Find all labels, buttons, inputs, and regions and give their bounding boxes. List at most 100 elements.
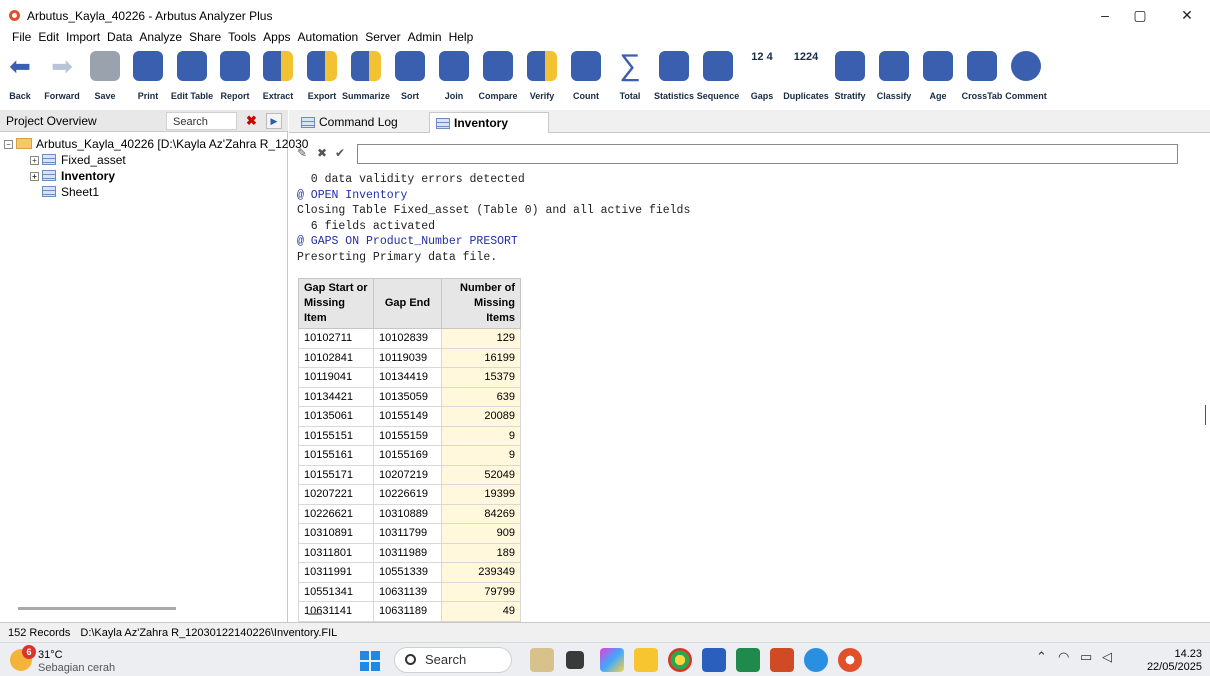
cancel-command-icon[interactable]: ✖ xyxy=(317,146,327,160)
gap-end-cell[interactable]: 10311799 xyxy=(373,523,442,544)
menu-help[interactable]: Help xyxy=(449,30,474,44)
menu-edit[interactable]: Edit xyxy=(38,30,59,44)
taskbar-search[interactable]: Search xyxy=(394,647,512,673)
file-explorer-icon[interactable] xyxy=(634,648,658,672)
missing-count-cell[interactable]: 9 xyxy=(441,425,521,446)
tray-chevron-icon[interactable]: ⌃ xyxy=(1036,649,1047,665)
minimize-button[interactable]: – xyxy=(1090,4,1120,26)
comment-button[interactable]: Comment xyxy=(1002,45,1050,105)
horizontal-scrollbar[interactable] xyxy=(18,607,176,610)
wifi-icon[interactable]: ◠ xyxy=(1058,649,1069,665)
missing-count-cell[interactable]: 639 xyxy=(441,386,521,407)
menu-automation[interactable]: Automation xyxy=(298,30,359,44)
arbutus-taskbar-icon[interactable] xyxy=(530,648,554,672)
clear-search-icon[interactable]: ✖ xyxy=(246,113,257,129)
gap-end-cell[interactable]: 10226619 xyxy=(373,484,442,505)
table-row[interactable]: 10102841 10119039 16199 xyxy=(298,347,521,368)
table-row[interactable]: 10226621 10310889 84269 xyxy=(298,503,521,524)
log-command-line[interactable]: @ GAPS ON Product_Number PRESORT xyxy=(297,234,690,250)
menu-analyze[interactable]: Analyze xyxy=(139,30,182,44)
gap-end-cell[interactable]: 10135059 xyxy=(373,386,442,407)
missing-count-cell[interactable]: 15379 xyxy=(441,367,521,388)
word-icon[interactable] xyxy=(702,648,726,672)
gap-start-cell[interactable]: 10310891 xyxy=(298,523,374,544)
table-row[interactable]: 10134421 10135059 639 xyxy=(298,386,521,407)
chrome-icon[interactable] xyxy=(668,648,692,672)
table-row[interactable]: 10207221 10226619 19399 xyxy=(298,484,521,505)
gap-start-cell[interactable]: 10155171 xyxy=(298,464,374,485)
display-icon[interactable]: ▭ xyxy=(1080,649,1092,665)
gap-start-cell[interactable]: 10551341 xyxy=(298,581,374,602)
vertical-scroll-marker[interactable] xyxy=(1205,405,1206,425)
excel-icon[interactable] xyxy=(736,648,760,672)
powerpoint-icon[interactable] xyxy=(770,648,794,672)
table-row[interactable]: 10102711 10102839 129 xyxy=(298,328,521,349)
missing-count-cell[interactable]: 239349 xyxy=(441,562,521,583)
missing-count-cell[interactable]: 189 xyxy=(441,542,521,563)
menu-admin[interactable]: Admin xyxy=(408,30,442,44)
gap-start-cell[interactable]: 10226621 xyxy=(298,503,374,524)
missing-count-cell[interactable]: 52049 xyxy=(441,464,521,485)
gap-start-cell[interactable]: 10311801 xyxy=(298,542,374,563)
edge-icon[interactable] xyxy=(804,648,828,672)
gap-end-cell[interactable]: 10311989 xyxy=(373,542,442,563)
missing-count-cell[interactable]: 79799 xyxy=(441,581,521,602)
tree-item-inventory[interactable]: + Inventory xyxy=(30,168,115,184)
gap-start-cell[interactable]: 10102711 xyxy=(298,328,374,349)
gap-start-cell[interactable]: 10631141 xyxy=(298,601,374,622)
copilot-taskbar-icon[interactable] xyxy=(600,648,624,672)
gap-start-cell[interactable]: 10155161 xyxy=(298,445,374,466)
arbutus-app-taskbar-icon[interactable] xyxy=(838,648,862,672)
gap-start-cell[interactable]: 10119041 xyxy=(298,367,374,388)
missing-count-cell[interactable]: 16199 xyxy=(441,347,521,368)
menu-data[interactable]: Data xyxy=(107,30,132,44)
missing-count-cell[interactable]: 9 xyxy=(441,445,521,466)
table-row[interactable]: 10551341 10631139 79799 xyxy=(298,581,521,602)
collapse-icon[interactable]: − xyxy=(4,140,13,149)
system-clock[interactable]: 14.23 22/05/2025 xyxy=(1130,648,1202,674)
missing-count-cell[interactable]: 49 xyxy=(441,601,521,622)
menu-share[interactable]: Share xyxy=(189,30,221,44)
log-command-line[interactable]: @ OPEN Inventory xyxy=(297,188,690,204)
accept-command-icon[interactable]: ✔ xyxy=(335,146,345,160)
project-search-input[interactable]: Search xyxy=(166,112,237,130)
gap-end-cell[interactable]: 10631189 xyxy=(373,601,442,622)
start-button-icon[interactable] xyxy=(360,651,380,671)
volume-icon[interactable]: ◁ xyxy=(1102,649,1112,665)
gap-end-cell[interactable]: 10102839 xyxy=(373,328,442,349)
command-input[interactable] xyxy=(357,144,1178,164)
close-button[interactable]: ✕ xyxy=(1172,4,1202,26)
tree-root-project[interactable]: − Arbutus_Kayla_40226 [D:\Kayla Az'Zahra … xyxy=(4,136,308,152)
missing-count-cell[interactable]: 909 xyxy=(441,523,521,544)
missing-count-cell[interactable]: 20089 xyxy=(441,406,521,427)
menu-import[interactable]: Import xyxy=(66,30,100,44)
table-row[interactable]: 10310891 10311799 909 xyxy=(298,523,521,544)
gap-start-cell[interactable]: 10155151 xyxy=(298,425,374,446)
edit-command-icon[interactable]: ✎ xyxy=(297,146,307,160)
table-row[interactable]: 10119041 10134419 15379 xyxy=(298,367,521,388)
gap-end-cell[interactable]: 10119039 xyxy=(373,347,442,368)
tab-command-log[interactable]: Command Log xyxy=(295,112,415,133)
gap-end-cell[interactable]: 10155149 xyxy=(373,406,442,427)
gap-end-cell[interactable]: 10631139 xyxy=(373,581,442,602)
maximize-button[interactable]: ▢ xyxy=(1125,4,1155,26)
table-row[interactable]: 10155161 10155169 9 xyxy=(298,445,521,466)
gap-start-cell[interactable]: 10207221 xyxy=(298,484,374,505)
gap-end-cell[interactable]: 10155169 xyxy=(373,445,442,466)
table-row[interactable]: 10155171 10207219 52049 xyxy=(298,464,521,485)
menu-server[interactable]: Server xyxy=(365,30,400,44)
table-row[interactable]: 10311801 10311989 189 xyxy=(298,542,521,563)
gap-start-cell[interactable]: 10102841 xyxy=(298,347,374,368)
tab-inventory[interactable]: Inventory xyxy=(429,112,549,133)
gap-start-cell[interactable]: 10311991 xyxy=(298,562,374,583)
gap-end-cell[interactable]: 10310889 xyxy=(373,503,442,524)
gap-end-cell[interactable]: 10155159 xyxy=(373,425,442,446)
menu-tools[interactable]: Tools xyxy=(228,30,256,44)
menu-file[interactable]: File xyxy=(12,30,31,44)
table-row[interactable]: 10311991 10551339 239349 xyxy=(298,562,521,583)
gap-start-cell[interactable]: 10135061 xyxy=(298,406,374,427)
splitter-handle[interactable] xyxy=(308,613,322,615)
gap-start-cell[interactable]: 10134421 xyxy=(298,386,374,407)
gap-end-cell[interactable]: 10134419 xyxy=(373,367,442,388)
terminal-taskbar-icon[interactable] xyxy=(566,651,584,669)
